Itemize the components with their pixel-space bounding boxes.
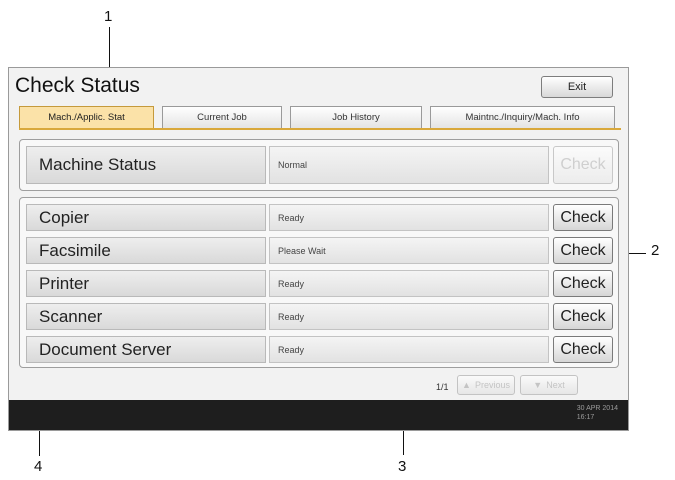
copier-check-button[interactable]: Check — [553, 204, 613, 231]
device-name: Facsimile — [26, 237, 266, 264]
device-status-panel: Copier Ready Check Facsimile Please Wait… — [19, 197, 619, 368]
tab-underline — [19, 128, 621, 130]
check-status-screen: Check Status Exit Mach./Applic. Stat Cur… — [8, 67, 629, 431]
device-status: Ready — [269, 270, 549, 297]
down-arrow-icon: ▼ — [533, 380, 543, 390]
tab-bar: Mach./Applic. Stat Current Job Job Histo… — [19, 106, 621, 128]
tab-mach-applic-stat[interactable]: Mach./Applic. Stat — [19, 106, 154, 128]
device-status: Ready — [269, 303, 549, 330]
machine-status-value: Normal — [269, 146, 549, 184]
next-button[interactable]: ▼ Next — [520, 375, 578, 395]
tab-job-history[interactable]: Job History — [290, 106, 422, 128]
device-row-document-server: Document Server Ready Check — [26, 336, 613, 363]
system-status-bar: 30 APR 2014 16:17 — [9, 400, 628, 430]
device-row-copier: Copier Ready Check — [26, 204, 613, 231]
previous-button[interactable]: ▲ Previous — [457, 375, 515, 395]
document-server-check-button[interactable]: Check — [553, 336, 613, 363]
device-name: Document Server — [26, 336, 266, 363]
page-indicator: 1/1 — [436, 382, 449, 392]
previous-label: Previous — [474, 380, 510, 390]
machine-status-label: Machine Status — [26, 146, 266, 184]
callout-1: 1 — [104, 8, 113, 25]
device-name: Scanner — [26, 303, 266, 330]
tab-current-job[interactable]: Current Job — [162, 106, 282, 128]
callout-2: 2 — [651, 242, 660, 259]
machine-status-row: Machine Status Normal Check — [26, 146, 613, 184]
page-title: Check Status — [15, 74, 140, 97]
device-status: Ready — [269, 336, 549, 363]
clock-time: 16:17 — [576, 414, 595, 421]
printer-check-button[interactable]: Check — [553, 270, 613, 297]
tab-maintnc-inquiry[interactable]: Maintnc./Inquiry/Mach. Info — [430, 106, 615, 128]
device-row-facsimile: Facsimile Please Wait Check — [26, 237, 613, 264]
device-status: Ready — [269, 204, 549, 231]
device-status: Please Wait — [269, 237, 549, 264]
callout-2-line — [628, 253, 646, 254]
device-name: Copier — [26, 204, 266, 231]
facsimile-check-button[interactable]: Check — [553, 237, 613, 264]
scanner-check-button[interactable]: Check — [553, 303, 613, 330]
next-label: Next — [546, 380, 565, 390]
exit-button[interactable]: Exit — [541, 76, 613, 98]
callout-4: 4 — [34, 458, 43, 475]
device-name: Printer — [26, 270, 266, 297]
up-arrow-icon: ▲ — [462, 380, 471, 390]
device-row-printer: Printer Ready Check — [26, 270, 613, 297]
machine-status-check-button[interactable]: Check — [553, 146, 613, 184]
machine-status-panel: Machine Status Normal Check — [19, 139, 619, 191]
device-row-scanner: Scanner Ready Check — [26, 303, 613, 330]
clock: 30 APR 2014 16:17 — [577, 404, 618, 422]
callout-3: 3 — [398, 458, 407, 475]
clock-date: 30 APR 2014 — [576, 405, 618, 412]
